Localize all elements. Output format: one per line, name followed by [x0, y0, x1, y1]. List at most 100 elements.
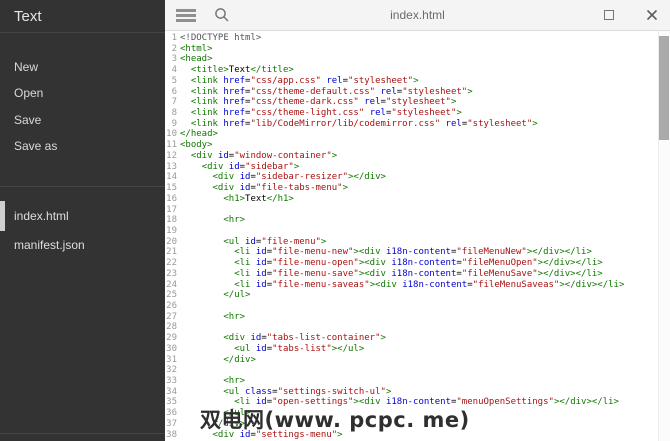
code-line: 20 <ul id="file-menu"> — [165, 237, 670, 248]
line-content: <li id="open-settings"><div i18n-content… — [234, 397, 619, 408]
line-content — [180, 322, 670, 333]
code-line: 29 <div id="tabs-list-container"> — [165, 333, 670, 344]
maximize-button[interactable] — [601, 7, 617, 23]
line-content: <div id="file-tabs-menu"> — [212, 183, 349, 194]
code-line: 19 — [165, 226, 670, 237]
code-line: 8 <link href="css/theme-light.css" rel="… — [165, 108, 670, 119]
line-number: 36 — [166, 408, 177, 419]
line-number: 25 — [166, 290, 177, 301]
line-number: 22 — [166, 258, 177, 269]
search-icon — [215, 8, 229, 22]
line-content — [180, 226, 670, 237]
line-number: 30 — [166, 343, 177, 354]
line-number: 23 — [166, 268, 177, 279]
code-line: 32 — [165, 365, 670, 376]
code-line: 33 <hr> — [165, 376, 670, 387]
line-content: <link href="css/app.css" rel="stylesheet… — [190, 75, 419, 86]
line-content: </div> — [223, 354, 256, 365]
file-tab-manifest-json[interactable]: manifest.json — [0, 231, 165, 260]
line-content: <head> — [180, 54, 213, 65]
line-number: 33 — [166, 376, 177, 386]
sidebar-divider — [0, 32, 165, 33]
line-content: <html> — [180, 43, 213, 54]
code-area[interactable]: 1 <!DOCTYPE html> 2 <html> 3 <head> 4 <title>T… — [165, 31, 670, 440]
line-content: <ul id="file-menu"> — [223, 236, 327, 247]
code-line: 6 <link href="css/theme-default.css" rel… — [165, 87, 670, 98]
line-number: 32 — [166, 365, 177, 376]
file-menu-list: New Open Save Save as — [0, 54, 165, 159]
code-line: 28 — [165, 322, 670, 333]
line-number: 12 — [166, 150, 177, 161]
scrollbar-thumb[interactable] — [659, 36, 669, 140]
code-line: 7 <link href="css/theme-dark.css" rel="s… — [165, 97, 670, 108]
code-line: 25 </ul> — [165, 290, 670, 301]
line-content: <ul class="settings-switch-ul"> — [223, 386, 392, 397]
line-number: 28 — [166, 322, 177, 333]
code-line: 37 </div> — [165, 419, 670, 430]
line-number: 31 — [166, 354, 177, 365]
line-content: <title>Text</title> — [190, 65, 294, 76]
line-content: </head> — [180, 129, 218, 140]
line-content: <li id="file-menu-new"><div i18n-content… — [234, 247, 592, 258]
line-number: 13 — [166, 161, 177, 172]
line-number: 37 — [166, 418, 177, 429]
app-title: Text — [14, 8, 42, 25]
line-number: 8 — [171, 108, 177, 119]
line-content: <div id="sidebar"> — [201, 161, 300, 172]
line-number: 10 — [166, 129, 177, 140]
line-number: 16 — [166, 193, 177, 204]
line-number: 18 — [166, 215, 177, 226]
line-content — [180, 301, 670, 312]
line-content: <div id="sidebar-resizer"></div> — [212, 172, 386, 183]
line-content: <h1>Text</h1> — [223, 193, 294, 204]
hamburger-icon — [176, 8, 196, 12]
line-number: 38 — [166, 429, 177, 440]
sidebar-item-save-as[interactable]: Save as — [0, 133, 165, 159]
line-content: <div id="settings-menu"> — [212, 429, 343, 440]
header-bar: index.html — [165, 0, 670, 31]
line-number: 1 — [171, 33, 177, 43]
sidebar-divider — [0, 186, 165, 188]
document-title: index.html — [390, 8, 445, 22]
line-content: <li id="file-menu-open"><div i18n-conten… — [234, 258, 603, 269]
line-number: 5 — [171, 75, 177, 86]
line-content: <link href="css/theme-dark.css" rel="sty… — [190, 97, 457, 108]
code-line: 22 <li id="file-menu-open"><div i18n-con… — [165, 258, 670, 269]
code-line: 9 <link href="lib/CodeMirror/lib/codemir… — [165, 119, 670, 130]
line-number: 11 — [166, 140, 177, 151]
sidebar-item-new[interactable]: New — [0, 54, 165, 80]
menu-button[interactable] — [176, 7, 196, 24]
code-line: 30 <ul id="tabs-list"></ul> — [165, 344, 670, 355]
line-number: 15 — [166, 183, 177, 194]
line-content — [180, 205, 670, 216]
line-number: 26 — [166, 300, 177, 311]
line-number: 2 — [171, 43, 177, 54]
code-line: 17 — [165, 205, 670, 216]
close-button[interactable] — [644, 7, 660, 23]
code-line: 36 </ul> — [165, 408, 670, 419]
code-line: 38 <div id="settings-menu"> — [165, 430, 670, 441]
line-number: 27 — [166, 311, 177, 322]
line-number: 3 — [171, 54, 177, 65]
file-tab-index-html[interactable]: index.html — [0, 201, 165, 231]
line-content: <li id="file-menu-saveas"><div i18n-cont… — [234, 279, 625, 290]
search-button[interactable] — [213, 6, 231, 24]
scrollbar[interactable] — [658, 31, 670, 441]
code-line: 11 <body> — [165, 140, 670, 151]
line-number: 14 — [166, 172, 177, 183]
sidebar-item-save[interactable]: Save — [0, 107, 165, 133]
line-number: 35 — [166, 397, 177, 408]
code-line: 14 <div id="sidebar-resizer"></div> — [165, 172, 670, 183]
line-number: 21 — [166, 247, 177, 258]
line-content: <hr> — [223, 215, 246, 226]
line-number: 24 — [166, 279, 177, 290]
line-content: <link href="css/theme-light.css" rel="st… — [190, 108, 462, 119]
code-line: 31 </div> — [165, 355, 670, 366]
line-number: 7 — [171, 97, 177, 108]
app-window: Text New Open Save Save as index.html manife… — [0, 0, 670, 441]
line-content: <li id="file-menu-save"><div i18n-conten… — [234, 268, 603, 279]
sidebar-item-open[interactable]: Open — [0, 80, 165, 106]
line-content: <body> — [180, 140, 213, 151]
code-line: 5 <link href="css/app.css" rel="styleshe… — [165, 76, 670, 87]
code-line: 15 <div id="file-tabs-menu"> — [165, 183, 670, 194]
